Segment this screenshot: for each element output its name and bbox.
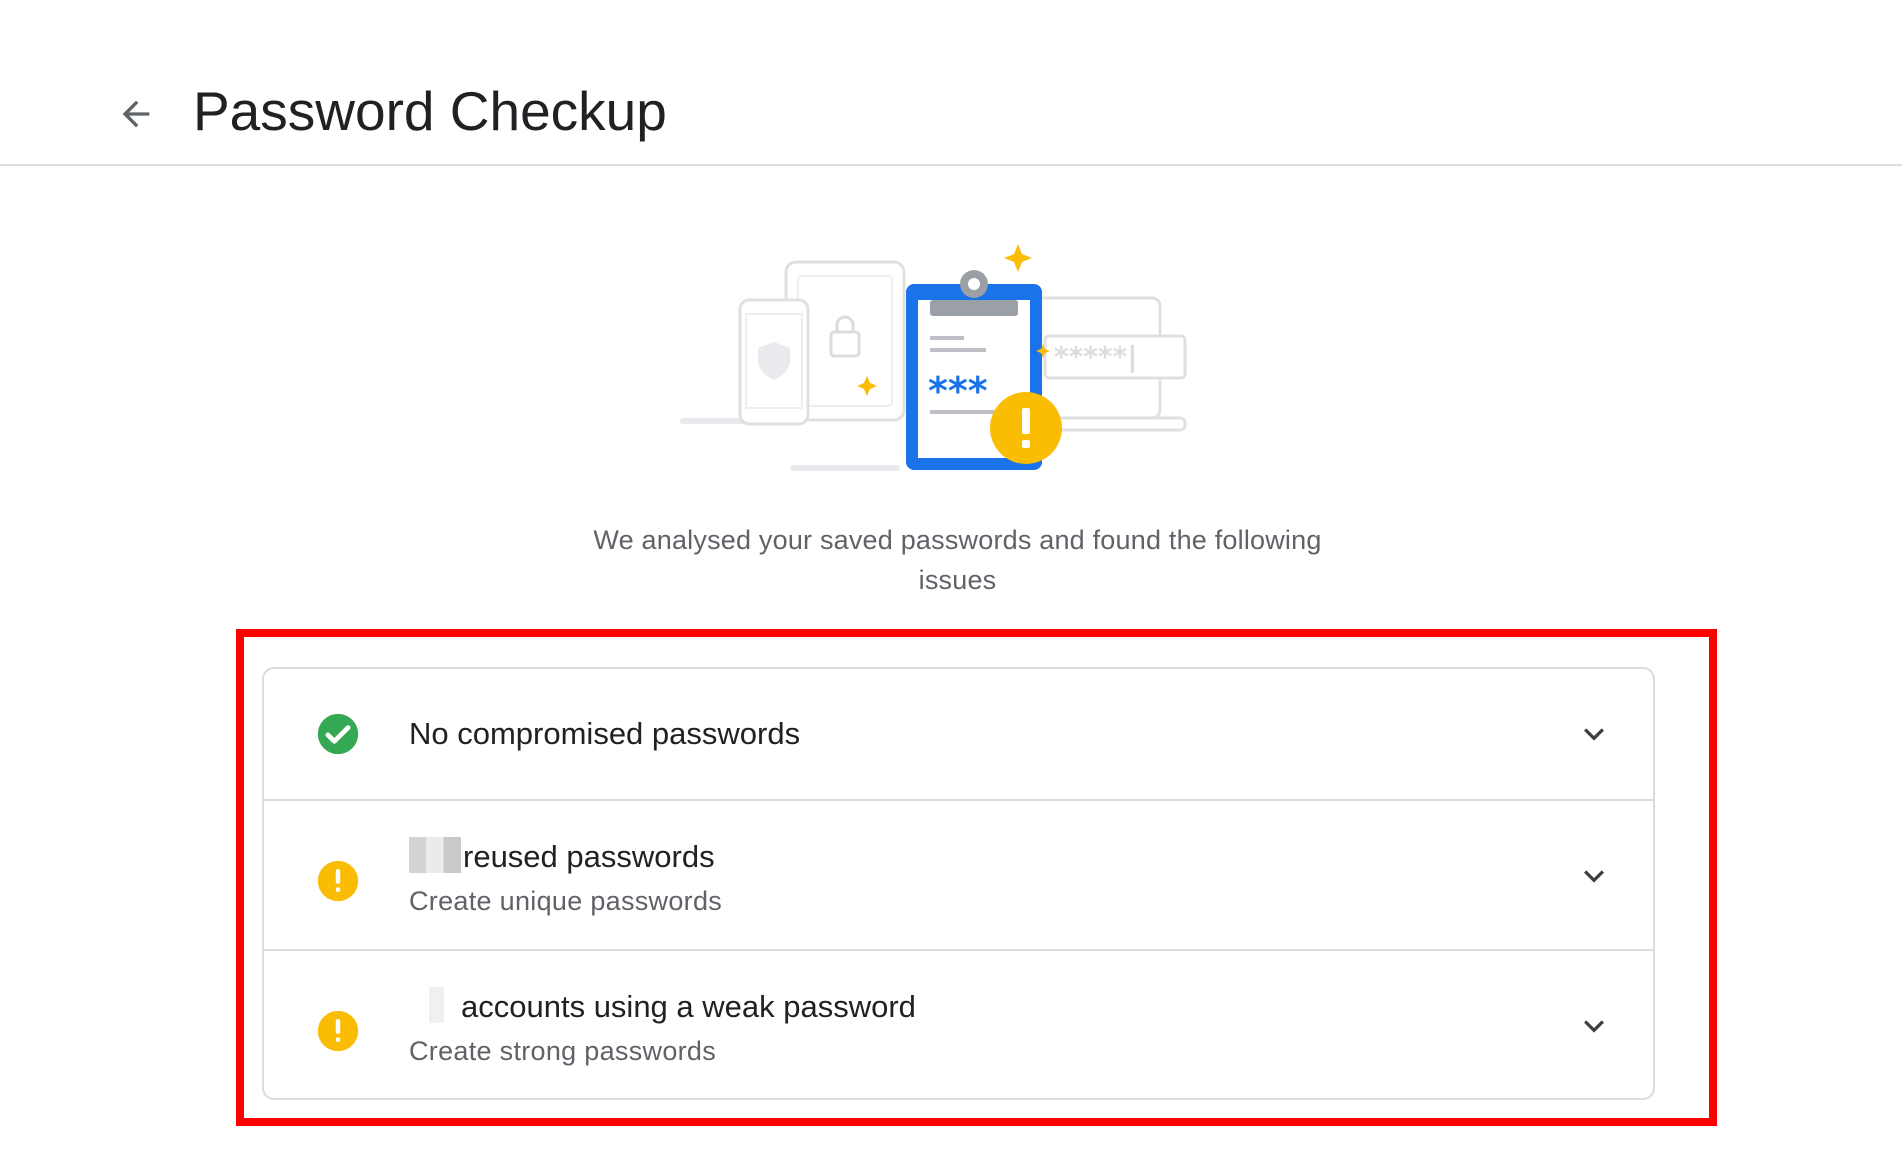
page-header: Password Checkup [0, 0, 1902, 166]
check-circle-icon [317, 713, 359, 755]
issue-title-text: accounts using a weak password [461, 989, 916, 1024]
back-button[interactable] [104, 82, 168, 146]
issue-title: No compromised passwords [409, 716, 801, 751]
chevron-down-icon [1584, 728, 1604, 741]
expand-button[interactable] [1564, 846, 1624, 906]
issue-title-text: reused passwords [463, 839, 715, 874]
hero-illustration: *****| *** [660, 240, 1260, 480]
issue-title: reused passwords [409, 837, 715, 877]
page-title: Password Checkup [193, 80, 667, 142]
arrow-back-icon [122, 100, 150, 128]
issues-card: No compromised passwords reused password… [262, 667, 1655, 1100]
redacted-count [409, 837, 461, 873]
issue-row-compromised[interactable]: No compromised passwords [264, 669, 1653, 799]
issue-row-reused[interactable]: reused passwords Create unique passwords [264, 799, 1653, 949]
issue-title: accounts using a weak password [409, 987, 916, 1027]
redacted-count [409, 987, 459, 1023]
expand-button[interactable] [1564, 704, 1624, 764]
placeholder-stars: *****| [1054, 340, 1137, 373]
issue-subtitle: Create strong passwords [409, 1036, 717, 1066]
issue-subtitle: Create unique passwords [409, 886, 723, 916]
intro-text: We analysed your saved passwords and fou… [593, 525, 1322, 595]
chevron-down-icon [1584, 1020, 1604, 1033]
warning-icon [317, 860, 359, 902]
warning-icon [317, 1010, 359, 1052]
expand-button[interactable] [1564, 996, 1624, 1056]
issue-row-weak[interactable]: accounts using a weak password Create st… [264, 949, 1653, 1098]
masked-password: *** [928, 369, 988, 413]
chevron-down-icon [1584, 870, 1604, 883]
